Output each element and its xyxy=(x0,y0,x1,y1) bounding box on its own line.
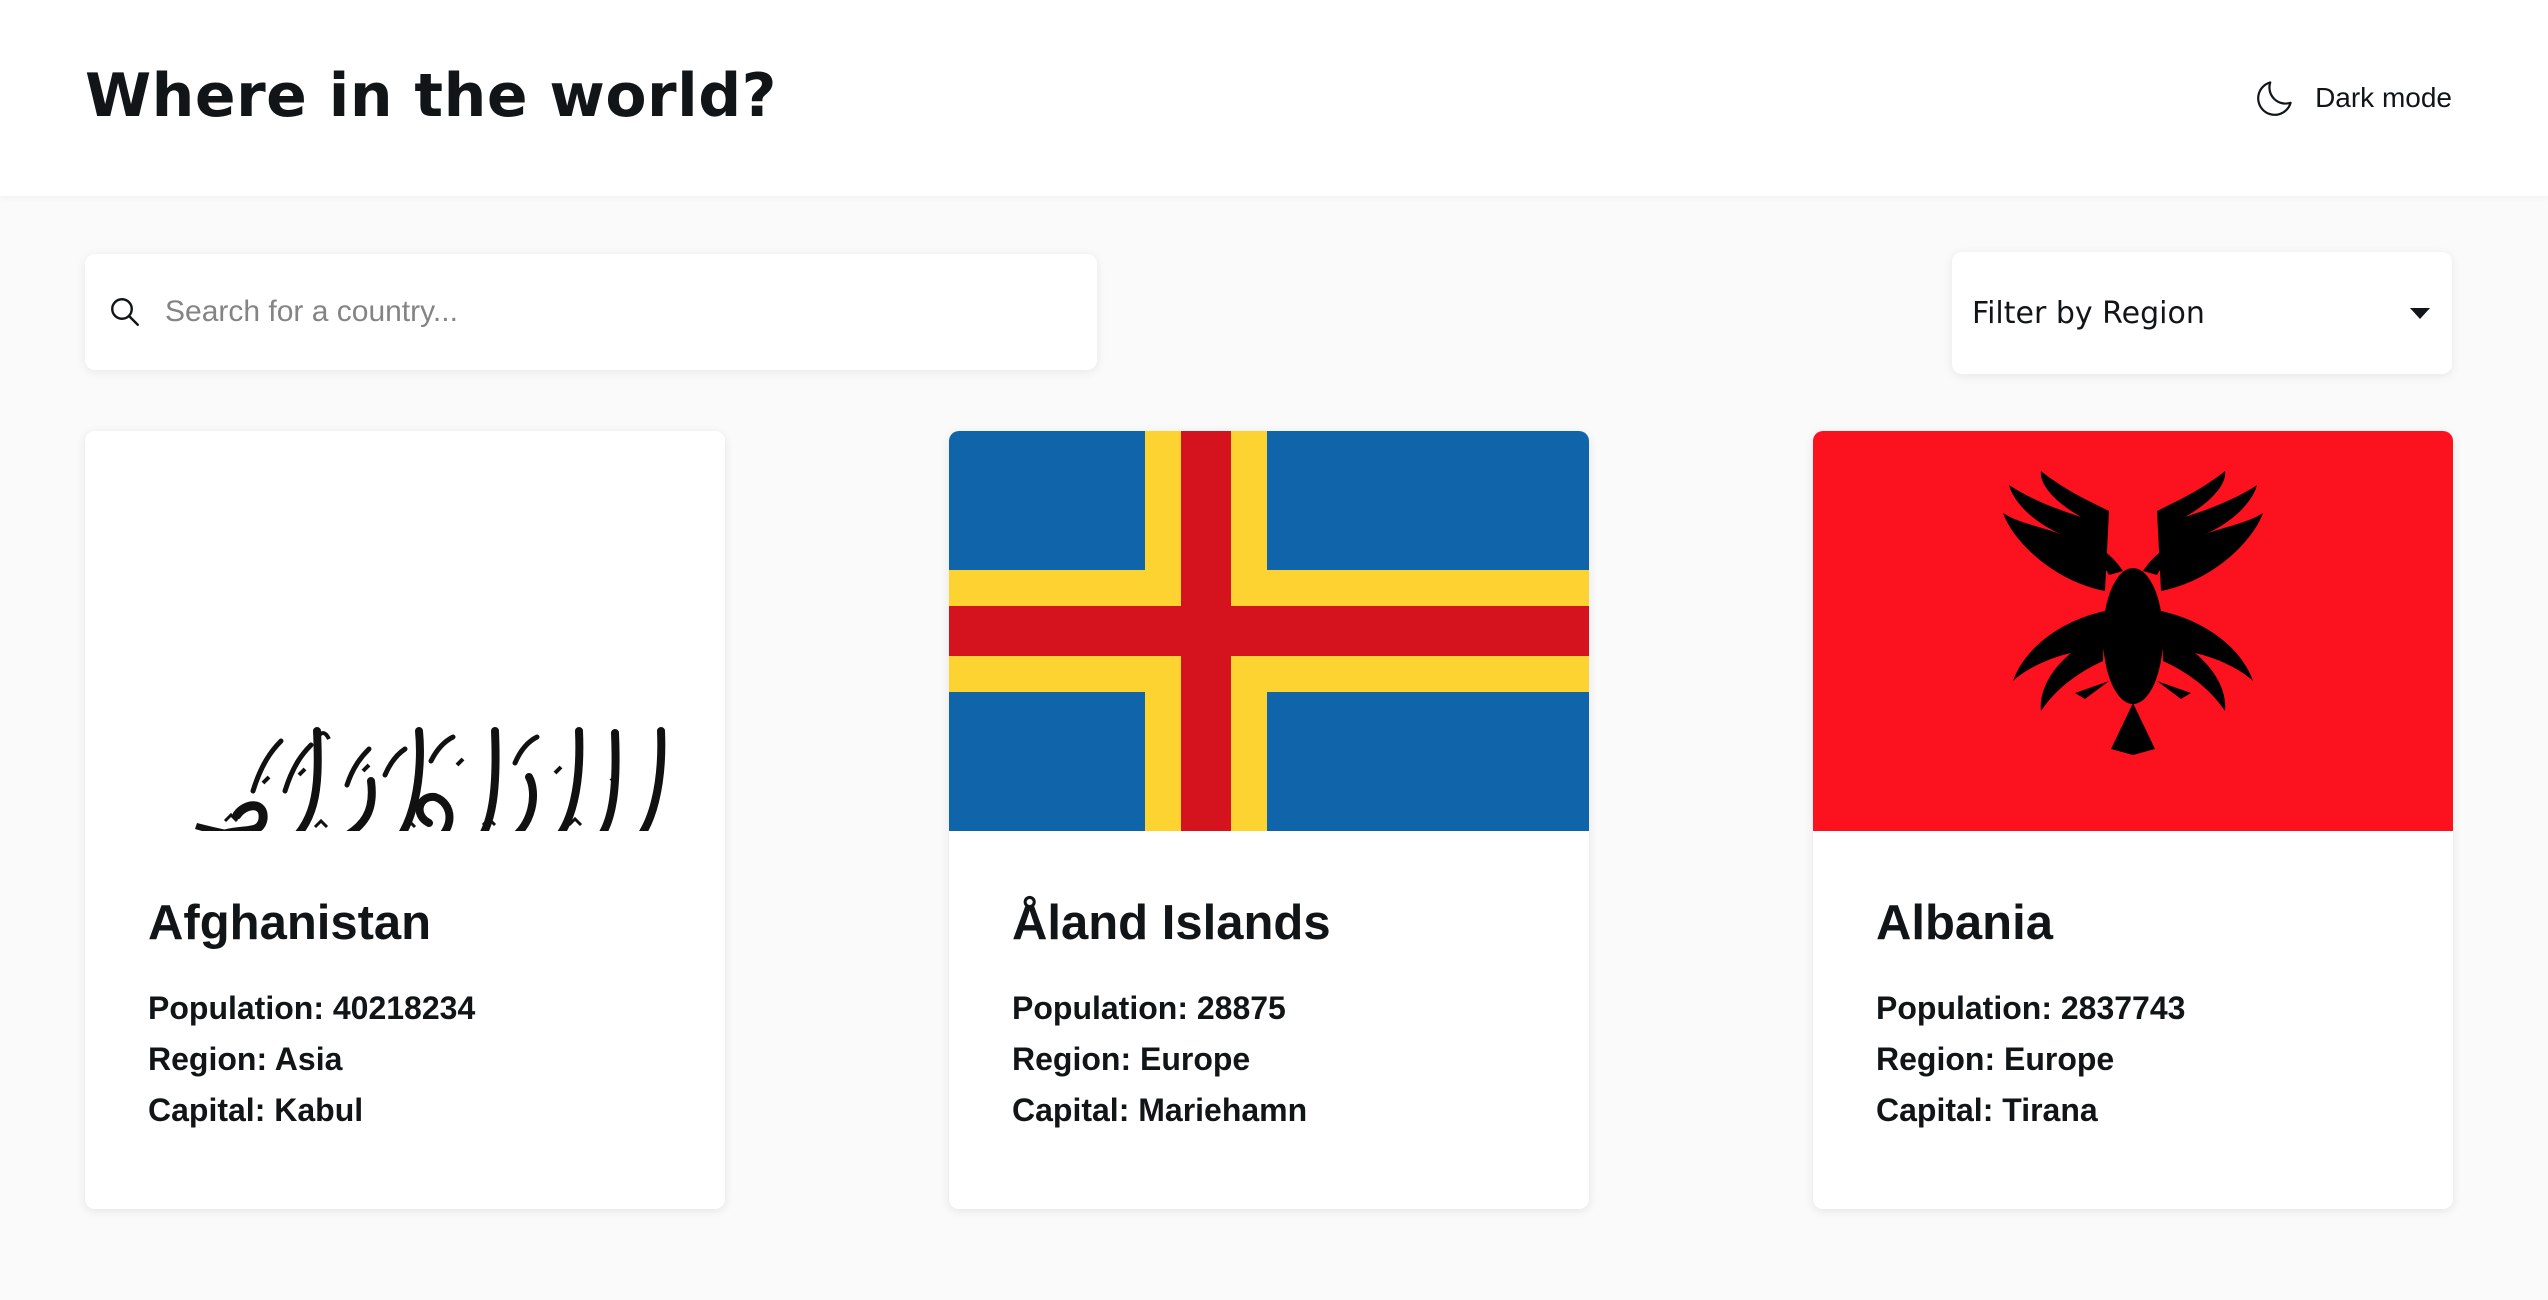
top-bar: Where in the world? Dark mode xyxy=(0,0,2548,196)
capital-row: Capital: Mariehamn xyxy=(1012,1085,1525,1136)
dark-mode-label: Dark mode xyxy=(2315,82,2452,113)
population-label: Population: xyxy=(1012,990,1188,1026)
capital-value: Mariehamn xyxy=(1138,1092,1308,1128)
capital-row: Capital: Tirana xyxy=(1876,1085,2389,1136)
region-row: Region: Asia xyxy=(148,1034,661,1085)
afghanistan-flag xyxy=(85,431,725,831)
albania-flag xyxy=(1813,431,2453,831)
country-name: Åland Islands xyxy=(1012,896,1331,950)
population-row: Population: 28875 xyxy=(1012,983,1525,1034)
card-body: Albania Population: 2837743 Region: Euro… xyxy=(1813,831,2453,1136)
capital-value: Tirana xyxy=(2002,1092,2098,1128)
region-row: Region: Europe xyxy=(1876,1034,2389,1085)
population-row: Population: 2837743 xyxy=(1876,983,2389,1034)
region-filter-dropdown[interactable]: Filter by Region xyxy=(1952,252,2452,374)
population-value: 40218234 xyxy=(332,990,476,1026)
search-box[interactable] xyxy=(85,254,1097,370)
population-value: 2837743 xyxy=(2060,990,2186,1026)
region-value: Asia xyxy=(274,1041,343,1077)
region-label: Region: xyxy=(1876,1041,1996,1077)
capital-label: Capital: xyxy=(1876,1092,1994,1128)
country-name: Albania xyxy=(1876,896,2053,950)
country-name: Afghanistan xyxy=(148,896,432,950)
region-filter-label: Filter by Region xyxy=(1972,295,2205,331)
capital-label: Capital: xyxy=(1012,1092,1130,1128)
search-icon xyxy=(107,294,143,330)
population-label: Population: xyxy=(1876,990,2052,1026)
caret-down-icon xyxy=(2410,307,2430,319)
country-card[interactable]: Afghanistan Population: 40218234 Region:… xyxy=(85,431,725,1209)
region-label: Region: xyxy=(148,1041,268,1077)
app-title: Where in the world? xyxy=(85,61,777,131)
region-value: Europe xyxy=(2003,1041,2115,1077)
country-card[interactable]: Albania Population: 2837743 Region: Euro… xyxy=(1813,431,2453,1209)
region-label: Region: xyxy=(1012,1041,1132,1077)
population-row: Population: 40218234 xyxy=(148,983,661,1034)
region-value: Europe xyxy=(1139,1041,1251,1077)
population-value: 28875 xyxy=(1196,990,1286,1026)
controls-bar: Filter by Region xyxy=(85,252,2452,374)
country-card[interactable]: Åland Islands Population: 28875 Region: … xyxy=(949,431,1589,1209)
population-label: Population: xyxy=(148,990,324,1026)
moon-icon xyxy=(2253,76,2297,120)
capital-row: Capital: Kabul xyxy=(148,1085,661,1136)
card-body: Afghanistan Population: 40218234 Region:… xyxy=(85,831,725,1136)
capital-value: Kabul xyxy=(274,1092,364,1128)
card-body: Åland Islands Population: 28875 Region: … xyxy=(949,831,1589,1136)
capital-label: Capital: xyxy=(148,1092,266,1128)
search-input[interactable] xyxy=(165,295,1045,329)
region-row: Region: Europe xyxy=(1012,1034,1525,1085)
aland-islands-flag xyxy=(949,431,1589,831)
dark-mode-toggle[interactable]: Dark mode xyxy=(2253,76,2452,120)
